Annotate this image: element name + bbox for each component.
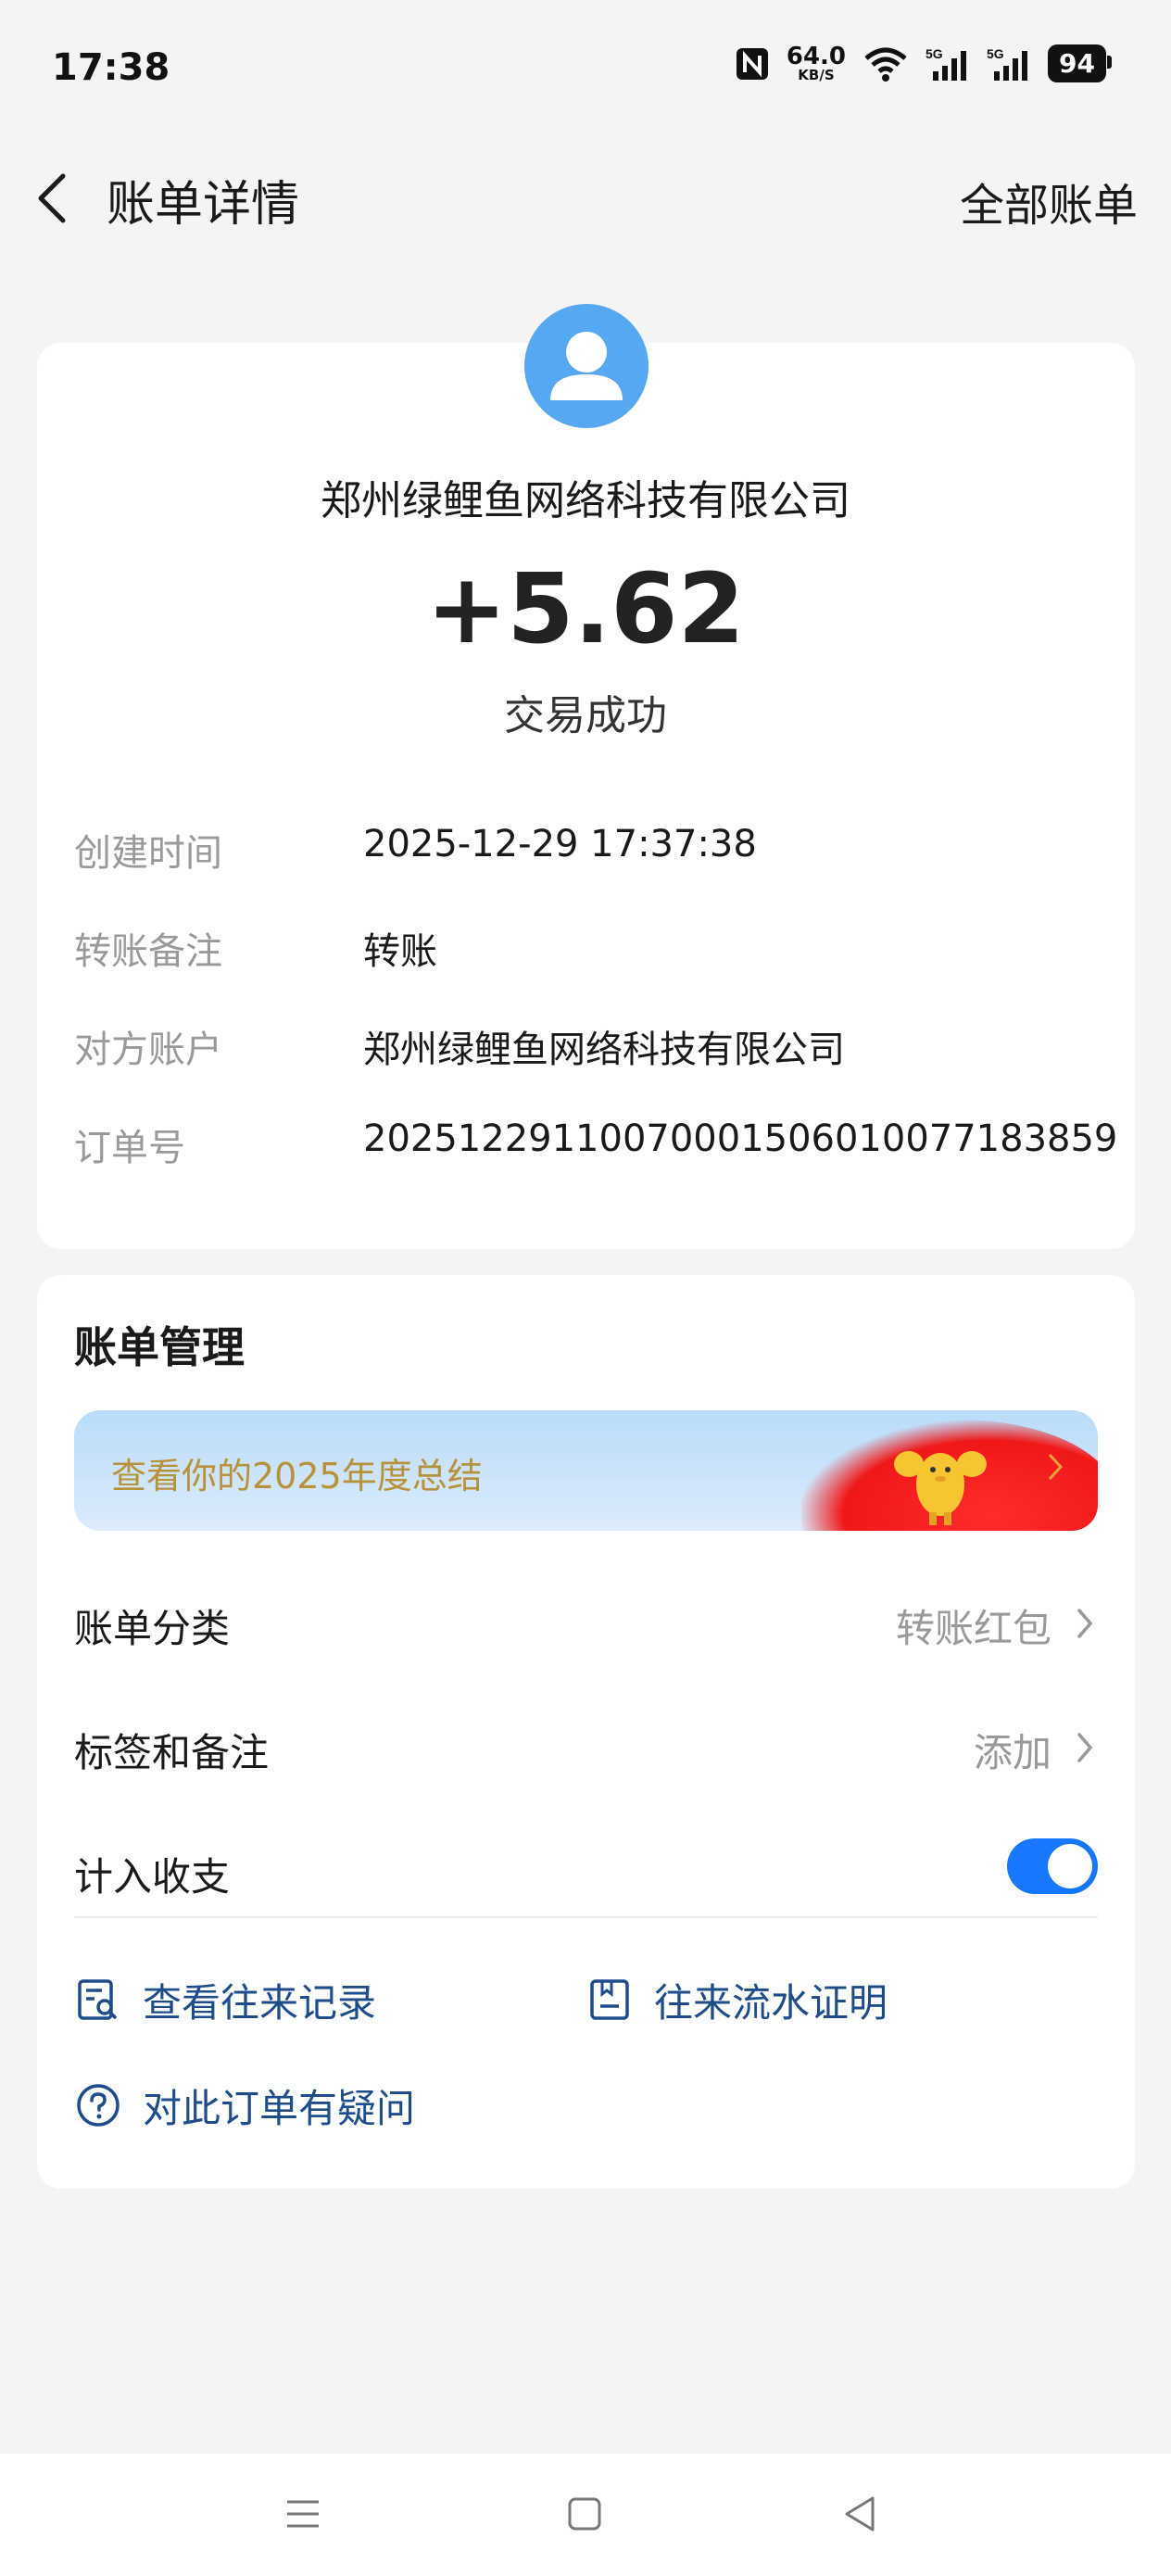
detail-value: 郑州绿鲤鱼网络科技有限公司 [363,1029,845,1071]
cellular-signal-1-icon: 5G [925,46,967,81]
row-label: 标签和备注 [74,1730,270,1775]
statement-icon [590,1979,629,2020]
detail-label: 创建时间 [74,832,222,875]
bill-category-row[interactable]: 账单分类 转账红包 [74,1590,1098,1655]
battery-indicator: 94 [1048,44,1112,82]
wifi-icon [864,47,907,82]
chevron-right-icon [1077,1609,1093,1638]
detail-value: 2025-12-29 17:37:38 [363,823,757,865]
link-label: 对此订单有疑问 [143,2085,416,2131]
status-bar: 17:38 64.0 KB/S 5G 5G 94 [0,0,1171,139]
back-triangle-icon[interactable] [837,2491,884,2537]
network-speed-unit: KB/S [798,67,835,83]
link-label: 往来流水证明 [654,1979,888,2026]
record-search-icon [78,1979,118,2020]
detail-label: 对方账户 [74,1029,222,1071]
tags-remarks-row[interactable]: 标签和备注 添加 [74,1714,1098,1779]
detail-label: 订单号 [74,1127,185,1169]
order-question-link[interactable]: 对此订单有疑问 [74,2077,415,2133]
statement-proof-link[interactable]: 往来流水证明 [586,1972,888,2027]
bill-detail-page: 17:38 64.0 KB/S 5G 5G 94 账单详情 全部账单 郑州绿鲤鱼… [0,0,1171,2576]
cellular-signal-2-icon: 5G [987,46,1028,81]
row-value: 转账红包 [895,1606,1051,1651]
user-icon [550,332,623,400]
section-title: 账单管理 [74,1322,245,1372]
banner-text: 查看你的2025年度总结 [111,1456,483,1496]
include-in-stats-row: 计入收支 [74,1838,1098,1903]
row-label: 计入收支 [74,1854,231,1900]
signal-1-label: 5G [925,46,943,61]
annual-summary-banner[interactable]: 查看你的2025年度总结 [74,1410,1098,1531]
page-title: 账单详情 [107,177,300,233]
status-time: 17:38 [52,46,170,89]
divider [74,1916,1098,1918]
home-icon[interactable] [561,2491,608,2537]
mascot-icon [894,1451,987,1525]
detail-value: 20251229110070001506010077183859 [363,1118,1118,1160]
detail-label: 转账备注 [74,930,222,973]
avatar [524,304,648,428]
all-bills-link[interactable]: 全部账单 [960,169,1138,234]
row-value: 添加 [973,1730,1051,1775]
network-speed: 64.0 KB/S [787,44,846,82]
view-history-link[interactable]: 查看往来记录 [74,1972,376,2027]
system-nav-bar [0,2454,1171,2576]
network-speed-value: 64.0 [786,43,847,70]
status-icons: 64.0 KB/S 5G 5G 94 [735,44,1112,82]
question-icon [77,2084,120,2127]
nfc-icon [736,47,768,80]
row-label: 账单分类 [74,1606,231,1651]
signal-2-label: 5G [987,46,1004,61]
chevron-right-icon [1077,1733,1093,1762]
back-arrow-icon[interactable] [31,170,78,226]
toggle-knob [1048,1844,1092,1888]
transaction-status: 交易成功 [504,692,667,739]
include-in-stats-toggle[interactable] [1007,1838,1098,1894]
banner-chevron-icon [1048,1453,1064,1481]
header: 账单详情 全部账单 [0,158,1171,239]
link-label: 查看往来记录 [143,1979,377,2026]
menu-icon[interactable] [280,2491,326,2537]
transaction-amount: +5.62 [426,552,745,665]
detail-value: 转账 [363,930,437,973]
counterparty-name: 郑州绿鲤鱼网络科技有限公司 [321,477,850,524]
